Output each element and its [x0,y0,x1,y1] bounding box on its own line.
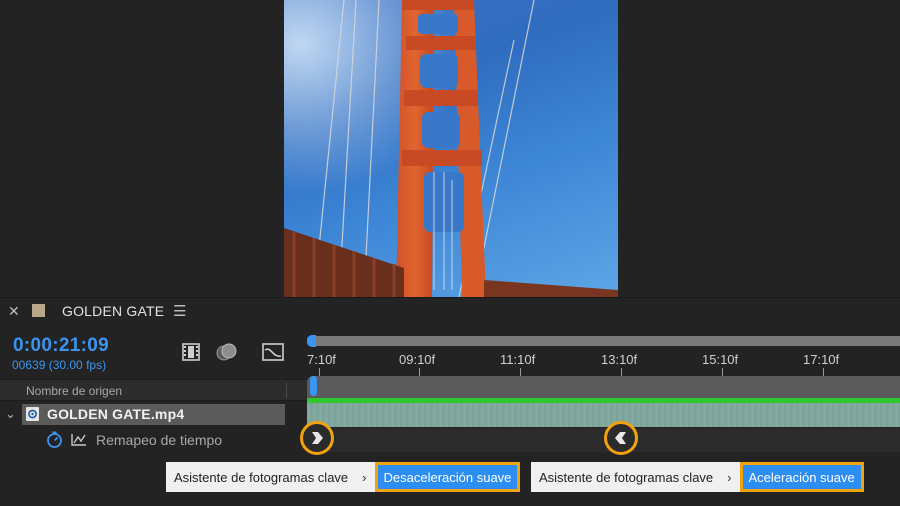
time-navigator-start-handle[interactable] [307,335,316,347]
chevron-right-icon: › [362,469,367,485]
column-header: Nombre de origen [0,379,307,401]
ruler-tick-label: 09:10f [399,352,436,367]
ruler-tick [823,368,824,376]
ruler-tick [621,368,622,376]
keyframe-assistant-menu-item[interactable]: Asistente de fotogramas clave › [166,462,375,492]
motion-blur-icon[interactable] [214,341,240,363]
current-time-display[interactable]: 0:00:21:09 [13,335,109,357]
ruler-tick [419,368,420,376]
time-navigator-bar[interactable] [307,336,900,346]
layer-duration-bar[interactable] [307,403,900,427]
video-frame-golden-gate [284,0,618,297]
easy-ease-in-option[interactable]: Aceleración suave [739,462,864,492]
keyframe-assistant-menu-ease-out: Asistente de fotogramas clave › Desacele… [166,462,521,492]
ruler-tick-label: 13:10f [601,352,638,367]
submenu-item-label: Desaceleración suave [383,469,512,485]
footage-file-icon [26,407,39,421]
chevron-right-icon: › [727,469,732,485]
work-area-bar[interactable] [307,376,900,398]
frame-count-display: 00639 (30.00 fps) [12,358,107,372]
ruler-tick [722,368,723,376]
ruler-tick [319,368,320,376]
column-divider[interactable] [286,383,287,398]
close-icon[interactable]: ✕ [8,303,20,320]
time-ruler[interactable]: 7:10f 09:10f 11:10f 13:10f 15:10f 17:10f [307,348,900,376]
ruler-tick [520,368,521,376]
timeline-panel-header: ✕ GOLDEN GATE ☰ [0,297,900,323]
submenu-item-label: Aceleración suave [748,469,855,485]
menu-item-label: Asistente de fotogramas clave [539,469,714,485]
property-name: Remapeo de tiempo [96,432,223,448]
graph-icon[interactable] [71,433,87,446]
property-row-time-remap[interactable]: Remapeo de tiempo [0,427,307,451]
film-strip-icon[interactable] [180,341,204,363]
ruler-tick-label: 11:10f [500,352,536,367]
layer-name[interactable]: GOLDEN GATE.mp4 [47,406,184,422]
current-time-indicator[interactable] [310,376,317,396]
stopwatch-icon[interactable] [45,430,64,449]
source-name-column-label[interactable]: Nombre de origen [26,384,122,398]
panel-title[interactable]: GOLDEN GATE [62,303,164,319]
composition-color-swatch [32,304,45,317]
easy-ease-out-option[interactable]: Desaceleración suave [374,462,521,492]
hamburger-menu-icon[interactable]: ☰ [173,302,186,320]
ruler-tick-label: 15:10f [702,352,739,367]
keyframe-ease-in-icon[interactable] [604,421,638,455]
keyframe-assistant-menu-ease-in: Asistente de fotogramas clave › Acelerac… [531,462,864,492]
keyframe-ease-out-icon[interactable] [300,421,334,455]
layer-row[interactable]: ⌄ GOLDEN GATE.mp4 [0,402,307,426]
composition-preview [0,0,900,297]
bridge-tower-image [284,0,618,297]
graph-editor-icon[interactable] [260,341,286,363]
chevron-down-icon[interactable]: ⌄ [5,406,16,422]
keyframe-assistant-menu-item[interactable]: Asistente de fotogramas clave › [531,462,740,492]
menu-item-label: Asistente de fotogramas clave [174,469,349,485]
ruler-tick-label: 17:10f [803,352,840,367]
ruler-tick-label: 7:10f [307,352,336,367]
